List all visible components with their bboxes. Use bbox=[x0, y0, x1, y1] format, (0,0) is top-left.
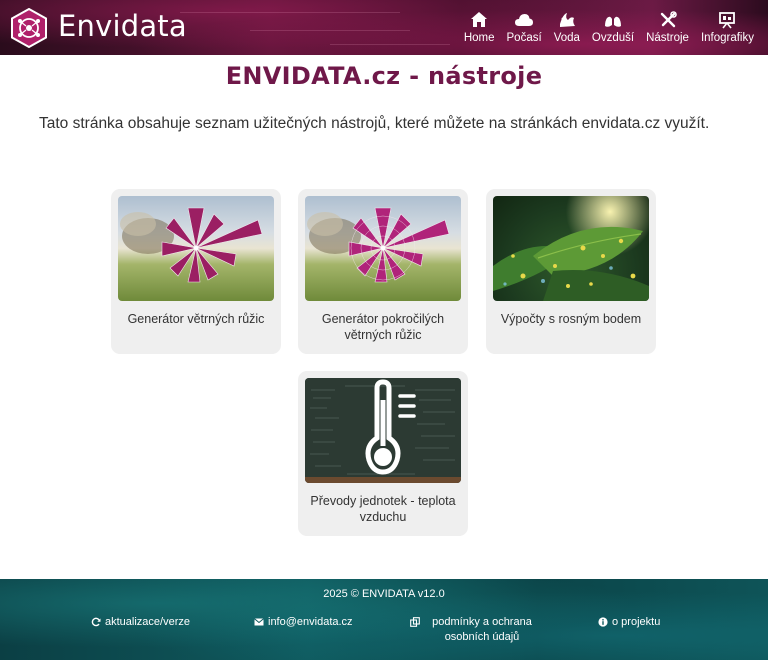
copy-icon bbox=[410, 617, 420, 627]
tool-card-dew-point[interactable]: Výpočty s rosným bodem bbox=[486, 189, 656, 354]
card-caption: Generátor větrných růžic bbox=[127, 312, 265, 326]
main-nav: Home Počasí Voda Ovzduší Nástroje Infogr… bbox=[458, 10, 760, 44]
footer-link-privacy[interactable]: podmínky a ochrana osobních údajů bbox=[410, 615, 540, 645]
tool-card-wind-rose[interactable]: Generátor větrných růžic bbox=[111, 189, 281, 354]
nav-air-label: Ovzduší bbox=[591, 32, 635, 44]
site-footer: 2025 © ENVIDATA v12.0 aktualizace/verze … bbox=[0, 579, 768, 660]
tool-card-temperature-conversion[interactable]: Převody jednotek - teplota vzduchu bbox=[298, 371, 468, 536]
header-decoration bbox=[250, 30, 410, 31]
nav-tools[interactable]: Nástroje bbox=[640, 10, 695, 44]
footer-link-label: podmínky a ochrana osobních údajů bbox=[432, 616, 532, 643]
nav-home[interactable]: Home bbox=[458, 10, 501, 44]
nav-weather[interactable]: Počasí bbox=[501, 10, 548, 44]
footer-link-label: o projektu bbox=[612, 616, 661, 628]
site-header: Envidata Home Počasí Voda Ovzduší Nástro… bbox=[0, 0, 768, 55]
refresh-icon bbox=[91, 617, 101, 627]
footer-link-label: info@envidata.cz bbox=[268, 616, 353, 628]
nav-water[interactable]: Voda bbox=[548, 10, 586, 44]
tool-card-advanced-wind-rose[interactable]: Generátor pokročilých větrných růžic bbox=[298, 189, 468, 354]
wind-rose-icon bbox=[120, 207, 263, 283]
wind-rose-icon bbox=[307, 207, 450, 283]
advanced-wind-rose-image bbox=[305, 196, 461, 301]
nav-water-label: Voda bbox=[553, 32, 580, 44]
footer-link-about[interactable]: o projektu bbox=[598, 615, 660, 630]
presentation-icon bbox=[719, 12, 736, 29]
home-icon bbox=[471, 12, 488, 27]
copyright: 2025 © ENVIDATA v12.0 bbox=[323, 588, 445, 600]
footer-link-email[interactable]: info@envidata.cz bbox=[254, 615, 353, 630]
lungs-icon bbox=[605, 13, 622, 27]
cloud-icon bbox=[515, 14, 534, 26]
nav-infographics[interactable]: Infografiky bbox=[695, 10, 760, 44]
card-caption: Převody jednotek - teplota vzduchu bbox=[310, 494, 456, 524]
leaf-icon bbox=[493, 226, 649, 301]
intro-text: Tato stránka obsahuje seznam užitečných … bbox=[39, 115, 710, 132]
header-decoration bbox=[330, 44, 450, 45]
thermometer-icon bbox=[305, 378, 461, 483]
nav-tools-label: Nástroje bbox=[646, 32, 689, 44]
nav-weather-label: Počasí bbox=[506, 32, 542, 44]
footer-link-label: aktualizace/verze bbox=[105, 616, 190, 628]
envelope-icon bbox=[254, 618, 264, 626]
info-icon bbox=[598, 617, 608, 627]
header-decoration bbox=[180, 12, 400, 13]
footer-link-updates[interactable]: aktualizace/verze bbox=[91, 615, 190, 630]
envidata-logo-icon[interactable] bbox=[9, 8, 49, 48]
thermometer-chalkboard-image bbox=[305, 378, 461, 483]
dew-leaves-image bbox=[493, 196, 649, 301]
water-icon bbox=[559, 13, 575, 27]
brand-name[interactable]: Envidata bbox=[58, 9, 187, 43]
card-caption: Výpočty s rosným bodem bbox=[500, 312, 642, 326]
card-caption: Generátor pokročilých větrných růžic bbox=[321, 312, 445, 342]
tools-icon bbox=[660, 11, 677, 28]
nav-home-label: Home bbox=[463, 32, 495, 44]
wind-rose-image bbox=[118, 196, 274, 301]
page-title: ENVIDATA.cz - nástroje bbox=[225, 62, 543, 90]
nav-infographics-label: Infografiky bbox=[700, 32, 754, 44]
nav-air[interactable]: Ovzduší bbox=[586, 10, 640, 44]
